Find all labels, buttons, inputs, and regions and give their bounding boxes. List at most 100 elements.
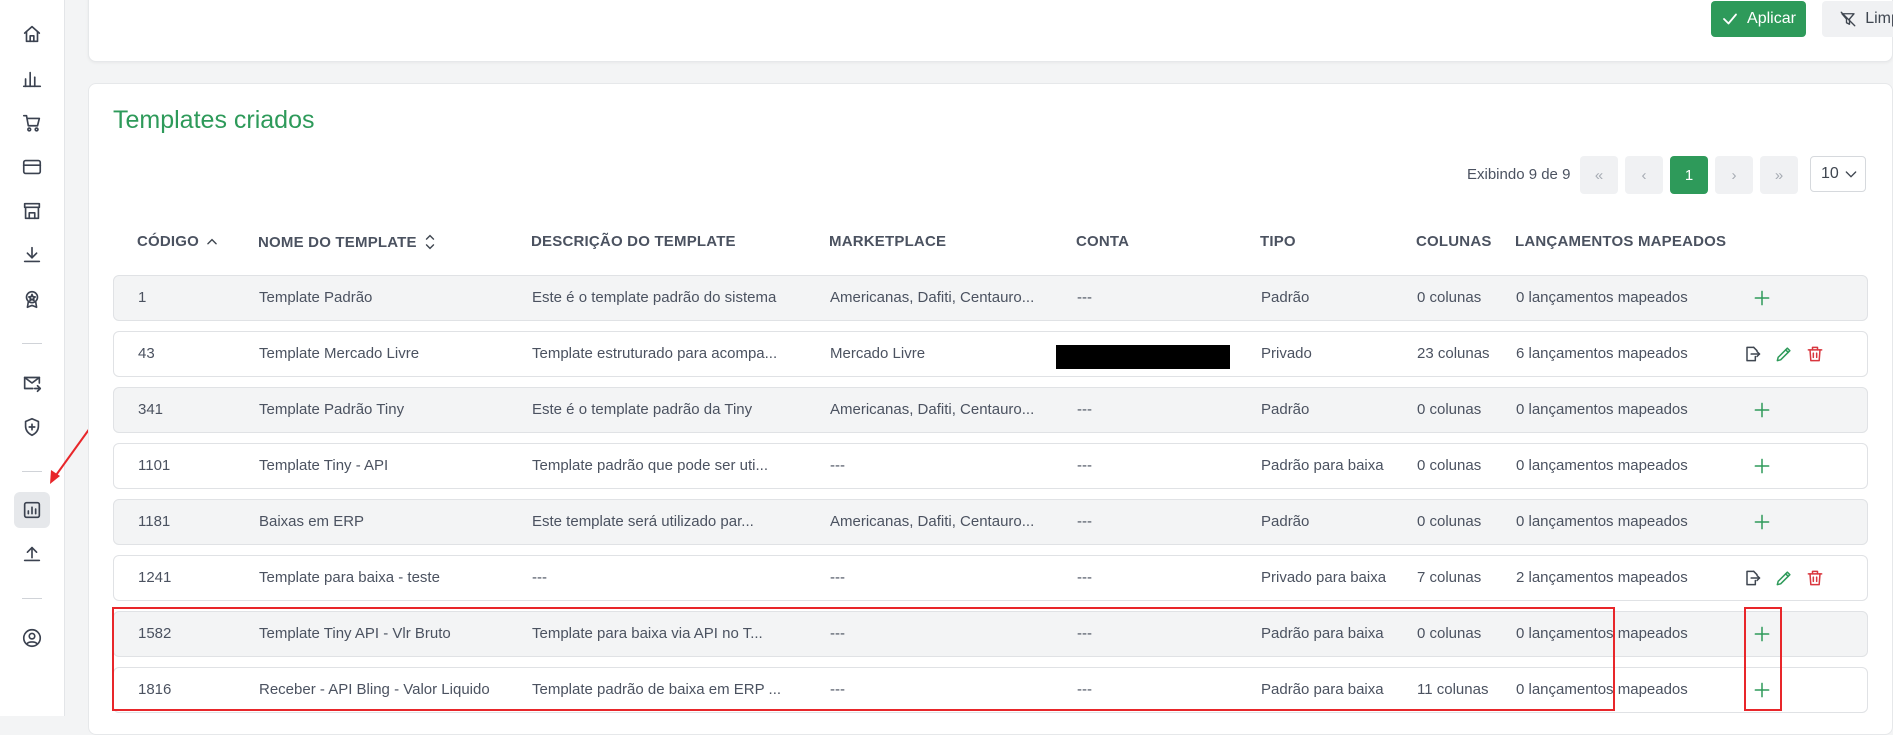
delete-template-button[interactable] [1804,567,1826,589]
sidebar-item-stores[interactable] [14,193,50,229]
sidebar-item-imports[interactable] [14,237,50,273]
download-icon [23,246,41,263]
prev-page-button[interactable]: ‹ [1625,156,1663,194]
sidebar-item-exports[interactable] [14,536,50,572]
home-icon [23,25,41,43]
pencil-icon [1776,571,1791,586]
export-template-button[interactable] [1741,567,1763,589]
table-row[interactable]: 43 Template Mercado Livre Template estrutu… [113,331,1868,377]
add-template-button[interactable] [1751,511,1773,533]
delete-template-button[interactable] [1804,343,1826,365]
add-template-button[interactable] [1751,399,1773,421]
cell-type: Padrão para baixa [1261,681,1384,698]
apply-filters-button[interactable]: Aplicar [1711,1,1806,37]
plus-icon [1754,626,1770,642]
chevron-right-icon: › [1731,166,1737,184]
plus-icon [1754,290,1770,306]
upload-icon [23,546,41,562]
first-page-button[interactable]: « [1580,156,1618,194]
add-template-button[interactable] [1751,679,1773,701]
cell-marketplace: Americanas, Dafiti, Centauro... [830,401,1035,418]
column-header-columns: COLUNAS [1416,233,1492,250]
cell-entries: 2 lançamentos mapeados [1516,569,1688,586]
cell-columns: 0 colunas [1417,289,1482,306]
cell-marketplace: Americanas, Dafiti, Centauro... [830,289,1035,306]
table-row[interactable]: 341 Template Padrão Tiny Este é o template… [113,387,1868,433]
page-size-select[interactable]: 10 [1810,156,1866,192]
column-header-type-label: TIPO [1260,233,1296,250]
table-row[interactable]: 1 Template Padrão Este é o template padrão… [113,275,1868,321]
cell-code: 1241 [138,569,172,586]
cell-name: Template para baixa - teste [259,569,440,586]
cell-entries: 0 lançamentos mapeados [1516,401,1688,418]
table-row[interactable]: 1101 Template Tiny - API Template padrão q… [113,443,1868,489]
edit-template-button[interactable] [1773,343,1795,365]
filter-panel: Aplicar Limpar filtros [88,0,1893,62]
cell-account: --- [1077,457,1092,474]
cell-type: Padrão [1261,289,1310,306]
cell-account: --- [1077,401,1092,418]
clear-filters-button[interactable]: Limpar filtros [1822,1,1893,37]
award-icon [25,290,39,309]
column-header-code[interactable]: CÓDIGO [137,233,219,250]
column-header-code-label: CÓDIGO [137,233,200,250]
cell-entries: 0 lançamentos mapeados [1516,625,1688,642]
plus-icon [1754,682,1770,698]
redacted-account [1056,345,1230,369]
table-row[interactable]: 1816 Receber - API Bling - Valor Liquido T… [113,667,1868,713]
file-export-icon [1746,346,1761,362]
trash-icon [1807,570,1823,586]
sidebar-item-profile[interactable] [14,620,50,656]
column-header-marketplace-label: MARKETPLACE [829,233,947,250]
next-page-button[interactable]: › [1715,156,1753,194]
sidebar-item-mail[interactable] [14,365,50,401]
cell-code: 1582 [138,625,172,642]
sidebar-divider [22,343,42,344]
table-row[interactable]: 1241 Template para baixa - teste --- --- ---… [113,555,1868,601]
export-template-button[interactable] [1741,343,1763,365]
file-export-icon [1746,570,1761,586]
column-header-entries-label: LANÇAMENTOS MAPEADOS [1515,233,1727,250]
sidebar-item-home[interactable] [14,16,50,52]
table-row[interactable]: 1181 Baixas em ERP Este template será util… [113,499,1868,545]
column-header-marketplace: MARKETPLACE [829,233,946,250]
cell-name: Template Tiny - API [259,457,389,474]
cell-entries: 0 lançamentos mapeados [1516,681,1688,698]
cell-entries: 0 lançamentos mapeados [1516,289,1688,306]
cell-description: Este é o template padrão da Tiny [532,401,753,418]
add-template-button[interactable] [1751,623,1773,645]
cell-entries: 0 lançamentos mapeados [1516,513,1688,530]
plus-icon [1754,458,1770,474]
cell-description: Este template será utilizado par... [532,513,754,530]
column-header-account-label: CONTA [1076,233,1130,250]
sidebar-divider [22,598,42,599]
sidebar-item-sales[interactable] [14,105,50,141]
edit-template-button[interactable] [1773,567,1795,589]
column-header-columns-label: COLUNAS [1416,233,1492,250]
cell-account: --- [1077,681,1092,698]
cell-account: --- [1077,289,1092,306]
cell-name: Receber - API Bling - Valor Liquido [259,681,490,698]
page-button-current[interactable]: 1 [1670,156,1708,194]
add-template-button[interactable] [1751,455,1773,477]
table-row[interactable]: 1582 Template Tiny API - Vlr Bruto Templat… [113,611,1868,657]
cell-description: Template padrão de baixa em ERP ... [532,681,782,698]
cell-account: --- [1077,625,1092,642]
cell-account: --- [1077,569,1092,586]
column-header-description-label: DESCRIÇÃO DO TEMPLATE [531,233,736,250]
column-header-description: DESCRIÇÃO DO TEMPLATE [531,233,736,250]
cell-type: Padrão para baixa [1261,625,1384,642]
cell-name: Template Padrão Tiny [259,401,405,418]
sidebar-item-awards[interactable] [14,281,50,317]
cell-type: Padrão para baixa [1261,457,1384,474]
templates-panel: Templates criados Exibindo 9 de 9 « ‹ 1 … [88,83,1893,735]
last-page-button[interactable]: » [1760,156,1798,194]
sidebar-item-payments[interactable] [14,149,50,185]
sidebar-item-reports[interactable] [14,61,50,97]
column-header-name[interactable]: NOME DO TEMPLATE [258,233,437,251]
user-circle-icon [22,628,42,648]
add-template-button[interactable] [1751,287,1773,309]
cell-type: Privado [1261,345,1312,362]
pagination-info: Exibindo 9 de 9 [1467,166,1571,183]
cell-entries: 6 lançamentos mapeados [1516,345,1688,362]
